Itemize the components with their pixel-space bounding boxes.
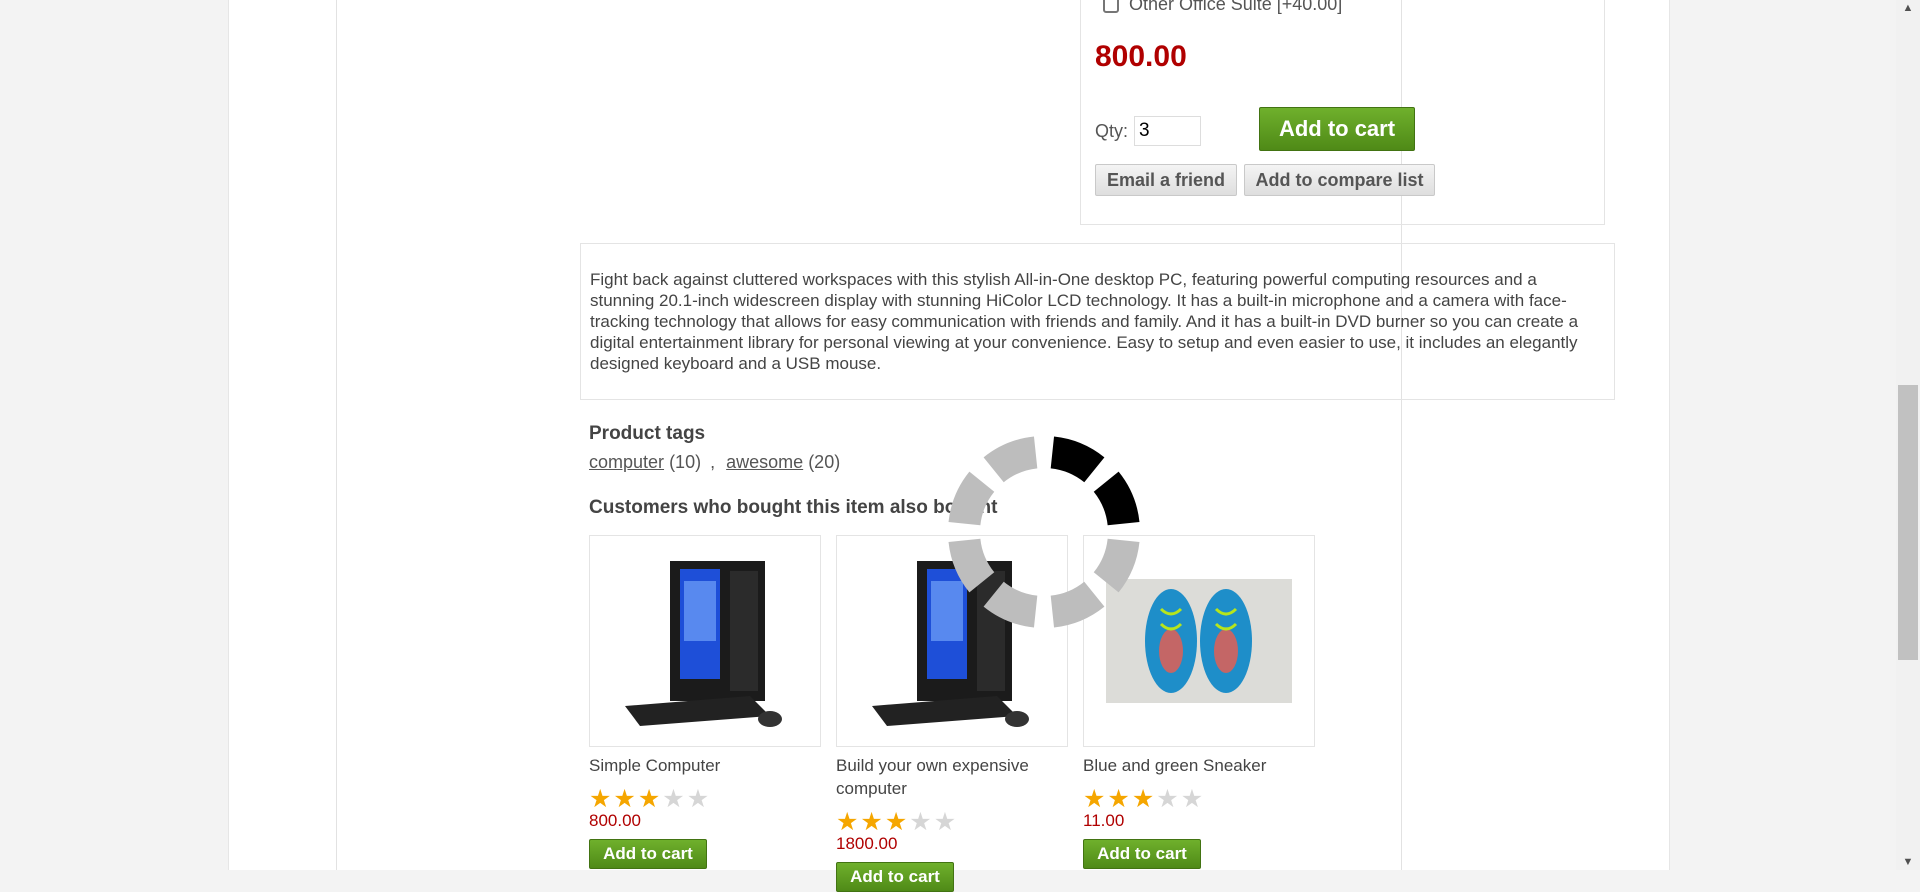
loading-spinner-icon	[948, 436, 1140, 628]
tag-link-awesome[interactable]: awesome	[726, 452, 803, 472]
product-tags-list: computer (10) , awesome (20)	[589, 452, 840, 473]
spinner-segment	[948, 471, 995, 526]
option-checkbox[interactable]	[1103, 0, 1119, 13]
tag-count: (20)	[808, 452, 841, 472]
option-label: Other Office Suite [+40.00]	[1129, 0, 1343, 14]
scroll-down-icon[interactable]: ▼	[1896, 854, 1920, 870]
qty-input[interactable]	[1134, 116, 1201, 146]
star-icon: ★	[662, 785, 685, 813]
spinner-segment	[948, 538, 995, 593]
scroll-up-icon[interactable]: ▲	[1896, 0, 1920, 16]
star-icon: ★	[1131, 785, 1155, 813]
add-to-cart-button[interactable]: Add to cart	[836, 862, 954, 892]
star-icon: ★	[686, 785, 710, 813]
spinner-segment	[1050, 581, 1105, 628]
rating-stars: ★ ★ ★ ★ ★	[1083, 785, 1315, 813]
add-to-cart-button[interactable]: Add to cart	[589, 839, 707, 869]
tag-link-computer[interactable]: computer	[589, 452, 664, 472]
tag-separator: ,	[710, 452, 716, 472]
also-bought-title: Customers who bought this item also boug…	[589, 497, 998, 518]
star-icon: ★	[933, 808, 957, 836]
tag-count: (10)	[669, 452, 702, 472]
star-icon: ★	[1180, 785, 1204, 813]
star-icon: ★	[1156, 785, 1179, 813]
star-icon: ★	[613, 785, 636, 813]
scrollbar-thumb[interactable]	[1898, 385, 1918, 660]
spinner-segment	[983, 436, 1038, 483]
add-to-cart-button[interactable]: Add to cart	[1083, 839, 1201, 869]
product-description: Fight back against cluttered workspaces …	[580, 243, 1615, 400]
desktop-computer-icon	[625, 561, 782, 727]
star-icon: ★	[637, 785, 661, 813]
star-icon: ★	[1107, 785, 1130, 813]
product-card: Simple Computer ★ ★ ★ ★ ★ 800.00 Add to …	[589, 535, 821, 869]
email-friend-button[interactable]: Email a friend	[1095, 164, 1237, 196]
product-price: 800.00	[589, 811, 641, 830]
product-name[interactable]: Simple Computer	[589, 754, 821, 777]
add-to-cart-button[interactable]: Add to cart	[1259, 107, 1415, 151]
star-icon: ★	[884, 808, 908, 836]
rating-stars: ★ ★ ★ ★ ★	[589, 785, 821, 813]
option-row[interactable]: Other Office Suite [+40.00]	[1103, 0, 1342, 15]
product-price: 11.00	[1083, 811, 1125, 830]
compare-button[interactable]: Add to compare list	[1244, 164, 1435, 196]
star-icon: ★	[836, 808, 859, 836]
spinner-segment	[1093, 471, 1140, 526]
star-icon: ★	[909, 808, 932, 836]
rating-stars: ★ ★ ★ ★ ★	[836, 808, 1068, 836]
star-icon: ★	[1083, 785, 1106, 813]
product-name[interactable]: Build your own expensive computer	[836, 754, 1068, 800]
product-name[interactable]: Blue and green Sneaker	[1083, 754, 1315, 777]
spinner-segment	[1050, 436, 1105, 483]
star-icon: ★	[860, 808, 883, 836]
product-tags-title: Product tags	[589, 423, 706, 444]
star-icon: ★	[589, 785, 612, 813]
qty-label: Qty:	[1095, 121, 1129, 141]
product-image-desktop[interactable]	[589, 535, 821, 747]
product-price: 800.00	[1095, 40, 1187, 73]
spinner-segment	[983, 581, 1038, 628]
spinner-segment	[1093, 538, 1140, 593]
product-price: 1800.00	[836, 834, 898, 853]
